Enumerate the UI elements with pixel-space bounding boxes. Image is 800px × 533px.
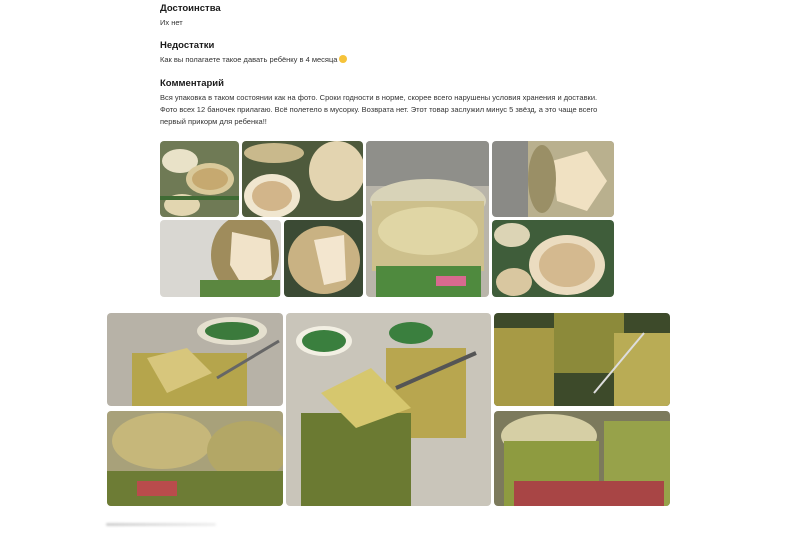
next-review-placeholder (106, 523, 216, 526)
sad-face-icon (339, 55, 348, 63)
review-photo-6[interactable] (284, 220, 363, 297)
cons-text: Как вы полагаете такое давать ребёнку в … (160, 54, 348, 66)
review-photo-2[interactable] (242, 141, 363, 217)
pros-text: Их нет (160, 18, 183, 27)
review-photo-7[interactable] (492, 220, 614, 297)
review-photo-9[interactable] (107, 411, 283, 506)
review-photo-4[interactable] (492, 141, 614, 217)
pros-title: Достоинства (160, 3, 221, 14)
review-photo-5[interactable] (160, 220, 281, 297)
review-photo-1[interactable] (160, 141, 239, 217)
jars-photo (160, 141, 239, 217)
comment-text: Вся упаковка в таком состоянии как на фо… (160, 93, 598, 126)
review-photo-11[interactable] (494, 313, 670, 406)
cons-text-label: Как вы полагаете такое давать ребёнку в … (160, 55, 338, 64)
review-photo-12[interactable] (494, 411, 670, 506)
cons-title: Недостатки (160, 40, 215, 51)
review-photo-3[interactable] (366, 141, 489, 297)
review-photo-8[interactable] (107, 313, 283, 406)
review-photo-10[interactable] (286, 313, 491, 506)
comment-title: Комментарий (160, 78, 224, 89)
